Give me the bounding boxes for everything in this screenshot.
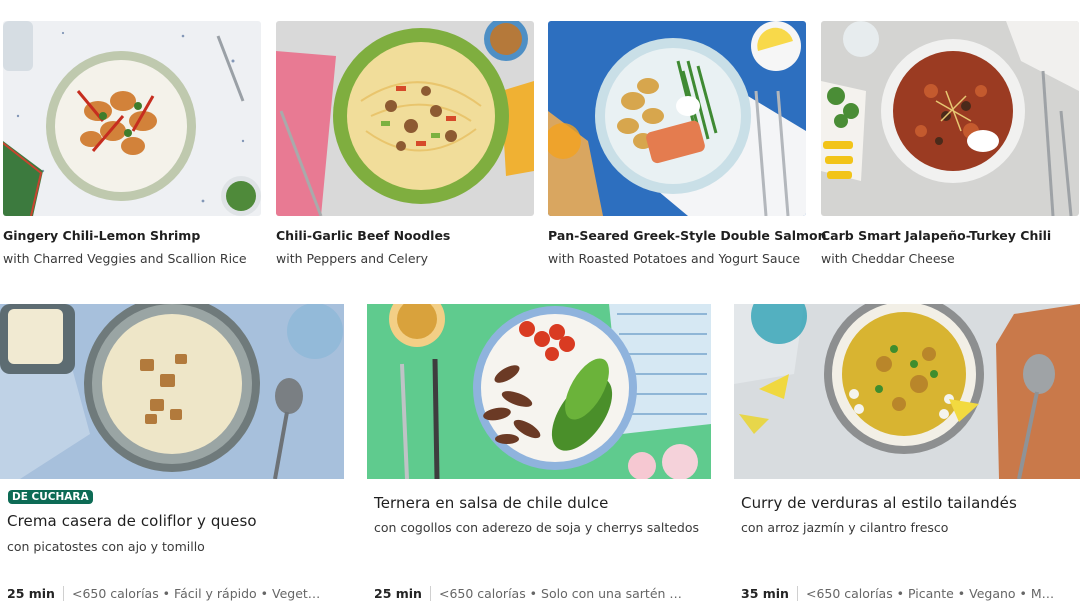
- recipe-image-ternera[interactable]: [367, 304, 711, 479]
- recipe-title[interactable]: Gingery Chili-Lemon Shrimp: [3, 228, 200, 243]
- recipe-card-salmon[interactable]: Pan-Seared Greek-Style Double Salmon wit…: [548, 21, 827, 266]
- recipe-card-turkey-chili[interactable]: Carb Smart Jalapeño-Turkey Chili with Ch…: [821, 21, 1079, 266]
- recipe-subtitle: with Roasted Potatoes and Yogurt Sauce: [548, 251, 801, 266]
- recipe-card-crema-coliflor[interactable]: DE CUCHARA Crema casera de coliflor y qu…: [0, 304, 344, 608]
- recipe-subtitle: with Charred Veggies and Scallion Rice: [3, 251, 247, 266]
- recipe-title[interactable]: Carb Smart Jalapeño-Turkey Chili: [821, 228, 1051, 243]
- recipe-image-salmon[interactable]: [548, 21, 806, 216]
- recipe-card-shrimp[interactable]: Gingery Chili-Lemon Shrimp with Charred …: [3, 21, 261, 266]
- recipe-tags: <650 calorías • Fácil y rápido • Veget…: [71, 586, 321, 601]
- recipe-image-shrimp[interactable]: [3, 21, 261, 216]
- recipe-subtitle: with Cheddar Cheese: [821, 251, 955, 266]
- category-badge: DE CUCHARA: [8, 490, 93, 504]
- recipe-tags: <650 calorías • Picante • Vegano • M…: [805, 586, 1055, 601]
- recipe-card-curry[interactable]: Curry de verduras al estilo tailandés co…: [734, 304, 1080, 608]
- recipe-subtitle: con arroz jazmín y cilantro fresco: [741, 520, 949, 535]
- recipe-card-ternera[interactable]: Ternera en salsa de chile dulce con cogo…: [367, 304, 711, 608]
- recipe-image-beef-noodles[interactable]: [276, 21, 534, 216]
- recipe-tags: <650 calorías • Solo con una sartén …: [438, 586, 682, 601]
- recipe-image-curry[interactable]: [734, 304, 1080, 479]
- recipe-image-crema-coliflor[interactable]: [0, 304, 344, 479]
- recipe-subtitle: con cogollos con aderezo de soja y cherr…: [374, 520, 700, 535]
- recipe-image-turkey-chili[interactable]: [821, 21, 1079, 216]
- recipe-title[interactable]: Crema casera de coliflor y queso: [7, 512, 257, 530]
- recipe-title[interactable]: Ternera en salsa de chile dulce: [374, 494, 608, 512]
- recipe-subtitle: with Peppers and Celery: [276, 251, 429, 266]
- recipe-meta: 25 min <650 calorías • Fácil y rápido • …: [7, 586, 320, 601]
- recipe-meta: 25 min <650 calorías • Solo con una sart…: [374, 586, 682, 601]
- recipe-title[interactable]: Pan-Seared Greek-Style Double Salmon: [548, 228, 827, 243]
- meta-divider: [429, 586, 431, 601]
- cook-time: 25 min: [374, 586, 422, 601]
- meta-divider: [796, 586, 798, 601]
- meta-divider: [62, 586, 64, 601]
- recipe-meta: 35 min <650 calorías • Picante • Vegano …: [741, 586, 1054, 601]
- recipe-title[interactable]: Curry de verduras al estilo tailandés: [741, 494, 1017, 512]
- cook-time: 25 min: [7, 586, 55, 601]
- recipe-subtitle: con picatostes con ajo y tomillo: [7, 539, 205, 554]
- recipe-title[interactable]: Chili-Garlic Beef Noodles: [276, 228, 450, 243]
- recipe-card-beef-noodles[interactable]: Chili-Garlic Beef Noodles with Peppers a…: [276, 21, 534, 266]
- cook-time: 35 min: [741, 586, 789, 601]
